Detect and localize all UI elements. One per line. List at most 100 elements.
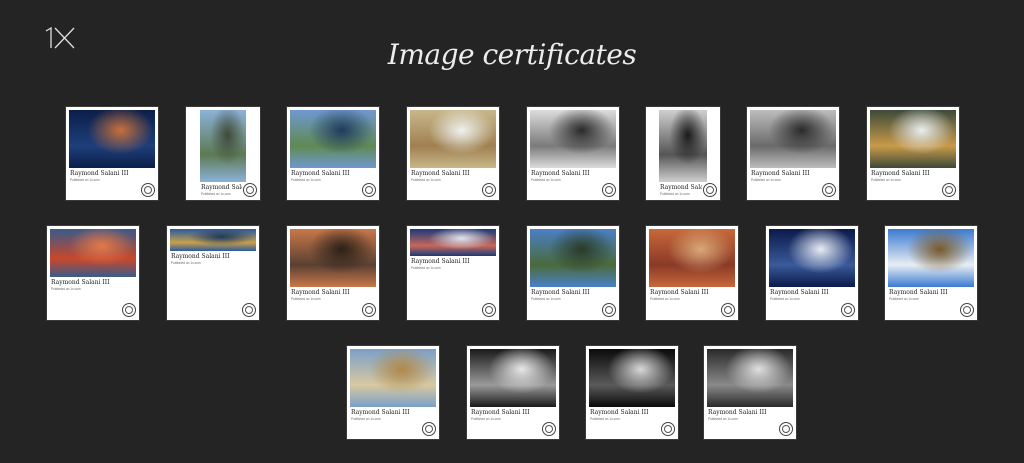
author-name: Raymond Salani III <box>291 289 350 296</box>
author-name: Raymond Salani III <box>531 289 590 296</box>
author-name: Raymond Salani III <box>351 409 410 416</box>
certificate-photo <box>589 349 675 407</box>
author-name: Raymond Salani III <box>291 170 350 177</box>
certificate-caption: Raymond Salani IIIPublished on 1x.com <box>51 279 121 291</box>
certificate-seal-icon <box>362 303 376 317</box>
certificate-photo <box>659 110 707 182</box>
author-name: Raymond Salani III <box>171 253 230 260</box>
author-name: Raymond Salani III <box>770 289 829 296</box>
published-note: Published on 1x.com <box>411 178 441 182</box>
published-note: Published on 1x.com <box>291 297 321 301</box>
published-note: Published on 1x.com <box>660 192 690 196</box>
certificate-caption: Raymond Salani IIIPublished on 1x.com <box>201 184 242 196</box>
certificate-photo <box>870 110 956 168</box>
author-name: Raymond Salani III <box>590 409 649 416</box>
certificate-card[interactable]: Raymond Salani IIIPublished on 1x.com <box>646 107 720 200</box>
certificate-photo <box>290 229 376 287</box>
certificate-caption: Raymond Salani IIIPublished on 1x.com <box>70 170 140 182</box>
certificate-photo <box>707 349 793 407</box>
author-name: Raymond Salani III <box>889 289 948 296</box>
certificate-photo <box>410 110 496 168</box>
certificate-seal-icon <box>703 183 717 197</box>
certificate-caption: Raymond Salani IIIPublished on 1x.com <box>531 289 601 301</box>
certificate-card[interactable]: Raymond Salani IIIPublished on 1x.com <box>66 107 158 200</box>
certificate-seal-icon <box>141 183 155 197</box>
author-name: Raymond Salani III <box>411 170 470 177</box>
published-note: Published on 1x.com <box>291 178 321 182</box>
certificate-photo <box>170 229 256 251</box>
certificate-caption: Raymond Salani IIIPublished on 1x.com <box>889 289 959 301</box>
certificate-seal-icon <box>822 183 836 197</box>
certificate-seal-icon <box>960 303 974 317</box>
certificate-card[interactable]: Raymond Salani IIIPublished on 1x.com <box>167 226 259 320</box>
certificate-seal-icon <box>482 183 496 197</box>
author-name: Raymond Salani III <box>51 279 110 286</box>
certificate-caption: Raymond Salani IIIPublished on 1x.com <box>751 170 821 182</box>
certificate-photo <box>769 229 855 287</box>
certificate-seal-icon <box>422 422 436 436</box>
certificate-card[interactable]: Raymond Salani IIIPublished on 1x.com <box>867 107 959 200</box>
certificate-caption: Raymond Salani IIIPublished on 1x.com <box>708 409 778 421</box>
certificate-caption: Raymond Salani IIIPublished on 1x.com <box>291 170 361 182</box>
certificate-caption: Raymond Salani IIIPublished on 1x.com <box>590 409 660 421</box>
certificate-caption: Raymond Salani IIIPublished on 1x.com <box>411 258 481 270</box>
certificate-caption: Raymond Salani IIIPublished on 1x.com <box>171 253 241 265</box>
certificate-card[interactable]: Raymond Salani IIIPublished on 1x.com <box>704 346 796 439</box>
certificate-photo <box>649 229 735 287</box>
author-name: Raymond Salani III <box>201 184 242 191</box>
author-name: Raymond Salani III <box>70 170 129 177</box>
certificate-card[interactable]: Raymond Salani IIIPublished on 1x.com <box>347 346 439 439</box>
certificate-seal-icon <box>942 183 956 197</box>
published-note: Published on 1x.com <box>171 261 201 265</box>
published-note: Published on 1x.com <box>201 192 231 196</box>
certificate-caption: Raymond Salani IIIPublished on 1x.com <box>770 289 840 301</box>
published-note: Published on 1x.com <box>751 178 781 182</box>
published-note: Published on 1x.com <box>351 417 381 421</box>
certificate-card[interactable]: Raymond Salani IIIPublished on 1x.com <box>527 226 619 320</box>
certificate-caption: Raymond Salani IIIPublished on 1x.com <box>411 170 481 182</box>
certificate-photo <box>50 229 136 277</box>
author-name: Raymond Salani III <box>411 258 470 265</box>
author-name: Raymond Salani III <box>650 289 709 296</box>
certificate-card[interactable]: Raymond Salani IIIPublished on 1x.com <box>766 226 858 320</box>
certificate-card[interactable]: Raymond Salani IIIPublished on 1x.com <box>186 107 260 200</box>
certificate-caption: Raymond Salani IIIPublished on 1x.com <box>650 289 720 301</box>
certificate-photo <box>750 110 836 168</box>
certificate-caption: Raymond Salani IIIPublished on 1x.com <box>291 289 361 301</box>
author-name: Raymond Salani III <box>660 184 702 191</box>
certificate-photo <box>350 349 436 407</box>
certificate-caption: Raymond Salani IIIPublished on 1x.com <box>351 409 421 421</box>
certificate-photo <box>530 110 616 168</box>
certificate-photo <box>69 110 155 168</box>
certificate-card[interactable]: Raymond Salani IIIPublished on 1x.com <box>467 346 559 439</box>
published-note: Published on 1x.com <box>708 417 738 421</box>
certificate-card[interactable]: Raymond Salani IIIPublished on 1x.com <box>407 107 499 200</box>
certificate-card[interactable]: Raymond Salani IIIPublished on 1x.com <box>586 346 678 439</box>
certificate-card[interactable]: Raymond Salani IIIPublished on 1x.com <box>47 226 139 320</box>
certificate-seal-icon <box>542 422 556 436</box>
certificate-seal-icon <box>602 183 616 197</box>
certificate-caption: Raymond Salani IIIPublished on 1x.com <box>471 409 541 421</box>
certificate-card[interactable]: Raymond Salani IIIPublished on 1x.com <box>287 226 379 320</box>
certificate-caption: Raymond Salani IIIPublished on 1x.com <box>871 170 941 182</box>
certificate-photo <box>530 229 616 287</box>
published-note: Published on 1x.com <box>590 417 620 421</box>
certificate-card[interactable]: Raymond Salani IIIPublished on 1x.com <box>747 107 839 200</box>
certificate-seal-icon <box>122 303 136 317</box>
certificate-card[interactable]: Raymond Salani IIIPublished on 1x.com <box>287 107 379 200</box>
certificate-seal-icon <box>242 303 256 317</box>
author-name: Raymond Salani III <box>751 170 810 177</box>
certificate-card[interactable]: Raymond Salani IIIPublished on 1x.com <box>407 226 499 320</box>
certificate-card[interactable]: Raymond Salani IIIPublished on 1x.com <box>885 226 977 320</box>
published-note: Published on 1x.com <box>471 417 501 421</box>
certificate-caption: Raymond Salani IIIPublished on 1x.com <box>660 184 702 196</box>
author-name: Raymond Salani III <box>871 170 930 177</box>
published-note: Published on 1x.com <box>51 287 81 291</box>
certificate-card[interactable]: Raymond Salani IIIPublished on 1x.com <box>646 226 738 320</box>
published-note: Published on 1x.com <box>531 297 561 301</box>
published-note: Published on 1x.com <box>871 178 901 182</box>
certificate-seal-icon <box>243 183 257 197</box>
certificate-seal-icon <box>362 183 376 197</box>
published-note: Published on 1x.com <box>411 266 441 270</box>
certificate-card[interactable]: Raymond Salani IIIPublished on 1x.com <box>527 107 619 200</box>
